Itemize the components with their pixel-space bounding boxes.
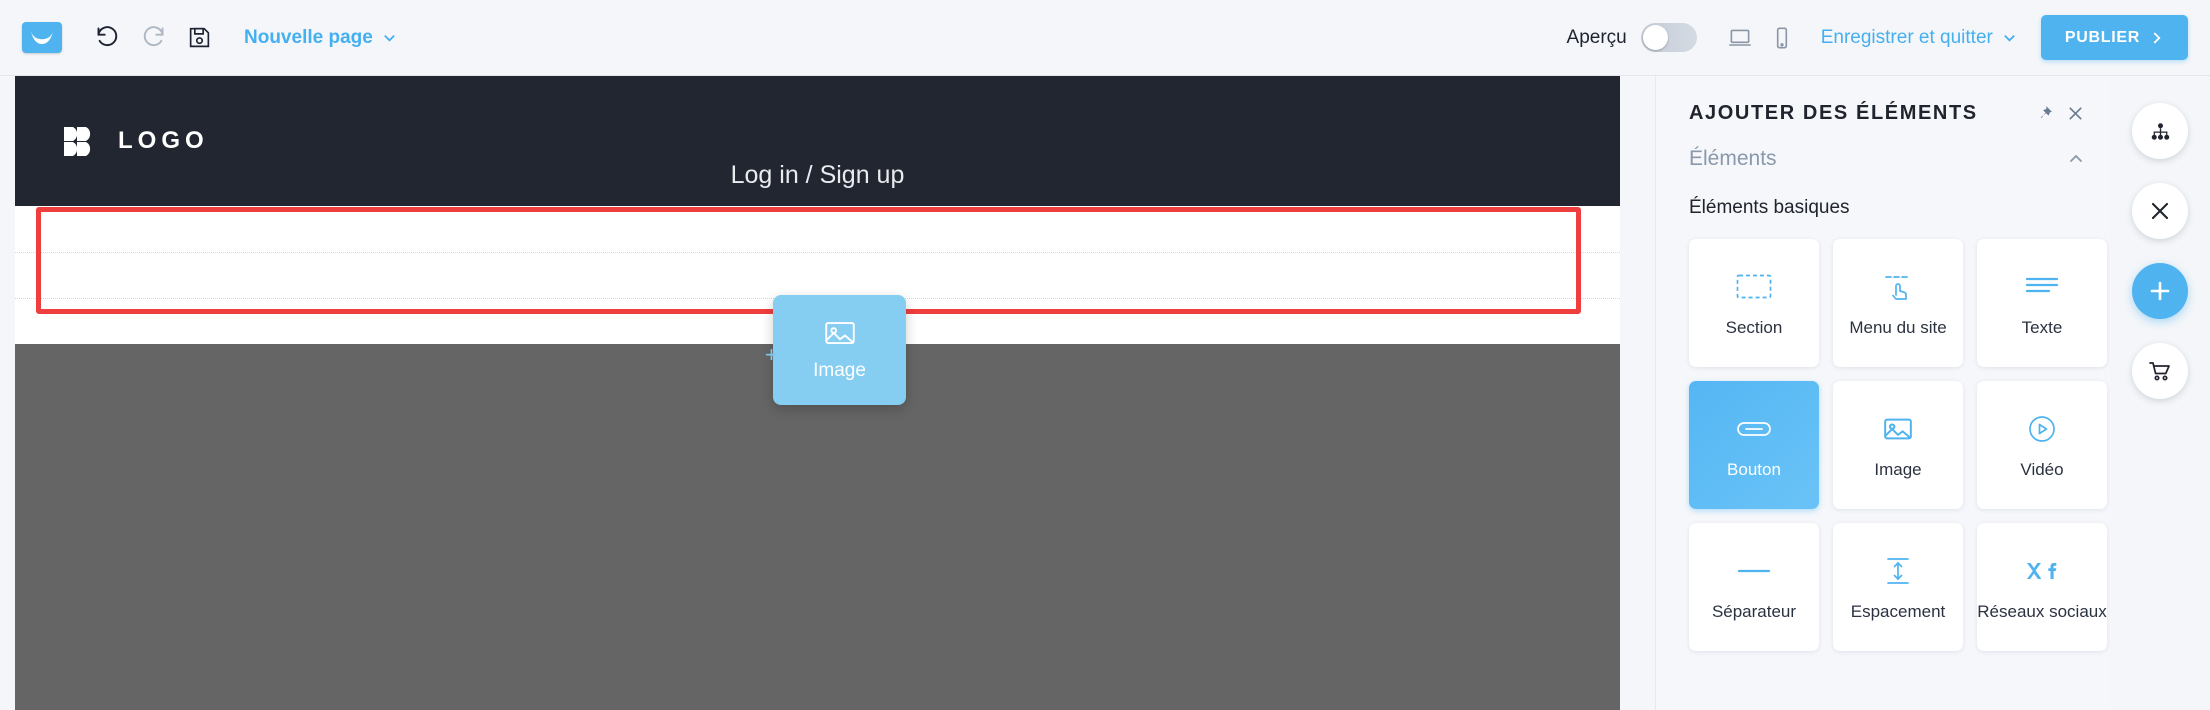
panel-header: AJOUTER DES ÉLÉMENTS [1656,76,2110,125]
elements-section-header[interactable]: Éléments [1656,125,2110,171]
element-tile-texte[interactable]: Texte [1977,239,2107,367]
desktop-monitor-icon[interactable] [1719,17,1761,59]
pin-icon[interactable] [2036,105,2053,122]
floating-action-rail [2110,76,2210,710]
page-selector[interactable]: Nouvelle page [244,27,397,49]
plus-small-icon: + [765,342,778,367]
brand-text: LOGO [118,127,209,154]
chevron-right-icon [2153,32,2161,43]
element-tile-label: Section [1725,317,1783,337]
chevron-up-icon[interactable] [2068,151,2084,167]
element-tile-label: Image [1874,459,1922,479]
dashed-rectangle-icon [1736,268,1772,306]
panel-actions [2036,105,2084,122]
drag-ghost-label: Image [813,360,866,381]
shopping-cart-icon[interactable] [2132,343,2188,399]
pointer-hand-menu-icon [1881,268,1915,306]
element-tile-label: Espacement [1850,601,1946,621]
publish-label: PUBLIER [2064,28,2140,46]
close-x-icon[interactable] [2067,105,2084,122]
element-tile-menu-du-site[interactable]: Menu du site [1833,239,1963,367]
save-and-quit-button[interactable]: Enregistrer et quitter [1821,27,2017,49]
element-tile-video[interactable]: Vidéo [1977,381,2107,509]
element-tile-separateur[interactable]: Séparateur [1689,523,1819,651]
element-tile-label: Menu du site [1849,317,1947,337]
image-picture-icon [824,322,855,344]
login-signup-text[interactable]: Log in / Sign up [15,161,1620,190]
top-toolbar: Nouvelle page Aperçu Enregistrer et quit… [0,0,2210,76]
plus-icon[interactable] [2132,263,2188,319]
site-header-section[interactable]: LOGO Log in / Sign up [15,76,1620,206]
close-x-icon[interactable] [2132,183,2188,239]
chevron-down-icon [2004,34,2015,42]
play-circle-icon [2027,410,2057,448]
envelope-logo-icon[interactable] [22,22,62,53]
page-name-label: Nouvelle page [244,26,373,48]
alignment-guide [15,252,1620,253]
vertical-arrows-icon [1883,552,1913,590]
save-and-quit-label: Enregistrer et quitter [1820,26,1993,48]
panel-title: AJOUTER DES ÉLÉMENTS [1689,102,1978,124]
element-tile-label: Bouton [1727,459,1781,479]
element-tile-bouton[interactable]: Bouton [1689,381,1819,509]
elements-grid: Section Menu du site Texte Bouton Image … [1656,219,2110,651]
publish-button[interactable]: PUBLIER [2040,15,2188,60]
horizontal-rule-icon [1736,552,1772,590]
redo-icon[interactable] [130,15,176,61]
basic-elements-label: Éléments basiques [1689,197,1850,218]
toggle-knob [1642,25,1668,50]
brand-block[interactable]: LOGO [62,123,209,160]
elements-section-label: Éléments [1689,147,1777,170]
chevron-down-icon [384,34,395,42]
button-pill-icon [1736,410,1772,448]
element-tile-label: Vidéo [2020,459,2064,479]
image-picture-icon [1881,410,1915,448]
undo-icon[interactable] [84,15,130,61]
sitemap-hierarchy-icon[interactable] [2132,103,2188,159]
drag-ghost-image[interactable]: + Image [765,295,906,405]
preview-label: Aperçu [1566,26,1627,48]
floppy-save-icon[interactable] [176,15,222,61]
add-elements-panel: AJOUTER DES ÉLÉMENTS Éléments Éléments b… [1655,76,2110,710]
element-tile-label: Séparateur [1711,601,1797,621]
element-tile-espacement[interactable]: Espacement [1833,523,1963,651]
element-tile-reseaux-sociaux[interactable]: Réseaux sociaux [1977,523,2107,651]
bb-double-b-logo-icon [64,126,91,156]
toolbar-right-group: Aperçu Enregistrer et quitter PUBLIER [1567,15,2210,60]
social-x-facebook-icon [2023,552,2061,590]
text-lines-icon [2025,268,2059,306]
element-tile-image[interactable]: Image [1833,381,1963,509]
element-tile-label: Réseaux sociaux [1977,601,2107,621]
preview-toggle[interactable] [1640,23,1697,52]
element-tile-section[interactable]: Section [1689,239,1819,367]
toolbar-left-group: Nouvelle page [0,15,397,61]
mobile-phone-icon[interactable] [1761,17,1803,59]
element-tile-label: Texte [2021,317,2063,337]
